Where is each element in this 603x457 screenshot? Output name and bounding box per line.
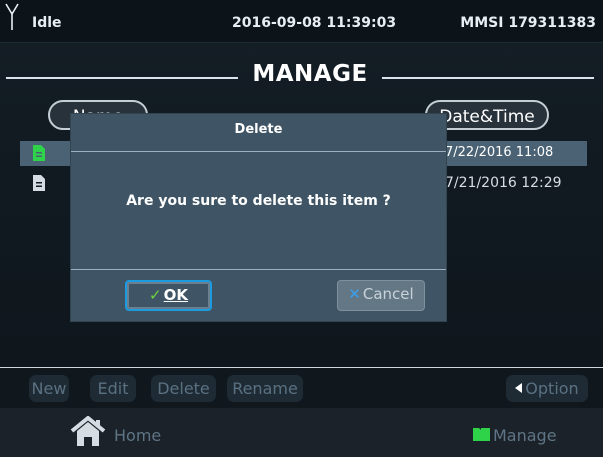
ok-button-label: OK — [163, 286, 188, 304]
delete-button[interactable]: Delete — [151, 375, 216, 402]
status-datetime: 2016-09-08 11:39:03 — [232, 15, 397, 31]
edit-button[interactable]: Edit — [90, 375, 136, 402]
manage-screen: Idle 2016-09-08 11:39:03 MMSI 179311383 … — [0, 0, 603, 457]
bottom-nav: Home Manage — [0, 408, 603, 457]
title-rule-left — [6, 77, 238, 79]
title-rule-right — [382, 77, 594, 79]
cancel-button[interactable]: ✕ Cancel — [337, 280, 425, 311]
document-icon — [33, 145, 45, 161]
close-icon: ✕ — [348, 285, 361, 303]
nav-home-label: Home — [114, 426, 162, 445]
home-icon — [70, 416, 106, 446]
folder-icon — [473, 428, 490, 441]
status-mmsi: MMSI 179311383 — [460, 15, 596, 31]
edit-button-label: Edit — [97, 379, 129, 398]
rename-button-label: Rename — [232, 379, 298, 398]
new-button[interactable]: New — [29, 375, 69, 402]
status-state: Idle — [32, 15, 62, 31]
nav-manage-label: Manage — [493, 426, 557, 445]
option-button-label: Option — [525, 379, 579, 398]
status-bar: Idle 2016-09-08 11:39:03 MMSI 179311383 — [0, 0, 603, 43]
rename-button[interactable]: Rename — [227, 375, 303, 402]
ok-button[interactable]: ✓ OK — [125, 280, 212, 311]
dialog-message: Are you sure to delete this item ? — [126, 193, 391, 209]
antenna-icon — [5, 3, 19, 30]
check-icon: ✓ — [149, 286, 162, 304]
triangle-left-icon — [515, 383, 523, 393]
file-datetime: 7/22/2016 11:08 — [445, 145, 554, 160]
option-button[interactable]: Option — [506, 375, 588, 402]
file-datetime: 7/21/2016 12:29 — [445, 175, 562, 191]
dialog-divider-bottom — [71, 269, 446, 270]
document-icon — [33, 175, 45, 191]
cancel-button-label: Cancel — [362, 285, 414, 303]
dialog-divider-top — [71, 151, 446, 152]
dialog-title: Delete — [234, 122, 283, 137]
delete-button-label: Delete — [157, 379, 210, 398]
new-button-label: New — [31, 379, 67, 398]
toolbar: New Edit Delete Rename Option — [0, 368, 603, 408]
delete-dialog: Delete Are you sure to delete this item … — [71, 114, 446, 321]
title-row: MANAGE — [0, 61, 603, 95]
page-title: MANAGE — [252, 61, 368, 87]
